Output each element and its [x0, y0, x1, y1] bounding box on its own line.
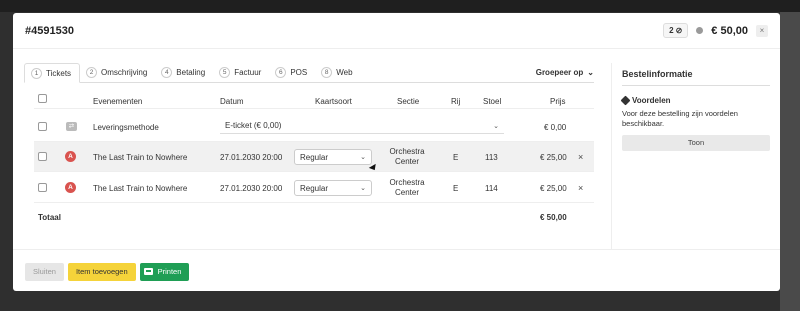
delivery-icon: ⇄ [66, 122, 77, 131]
backdrop-right-edge [780, 12, 800, 311]
tab-number: 1 [31, 67, 42, 79]
delivery-row: ⇄ Leveringsmethode E-ticket (€ 0,00) ⌄ €… [34, 111, 594, 142]
header-right: 2 ⊘ € 50,00 × [663, 23, 768, 38]
delete-icon[interactable]: × [578, 183, 583, 193]
tab-number: 4 [161, 66, 173, 78]
ticket-type-select[interactable]: Regular ⌄ [294, 180, 372, 196]
print-label: Printen [157, 266, 182, 276]
tab-number: 8 [321, 66, 333, 78]
tab-label: Web [336, 67, 353, 77]
ticket-count-badge[interactable]: 2 ⊘ [663, 23, 689, 38]
delivery-label: Leveringsmethode [93, 123, 159, 132]
delivery-method-select[interactable]: E-ticket (€ 0,00) ⌄ [220, 118, 504, 134]
delivery-method-value: E-ticket (€ 0,00) [225, 121, 282, 130]
section: Orchestra Center [389, 147, 425, 166]
table-header-row: Evenementen Datum Kaartsoort Sectie Rij … [34, 93, 594, 109]
tab-pos[interactable]: 6 POS [269, 62, 315, 82]
table-row[interactable]: A The Last Train to Nowhere 27.01.2030 2… [34, 142, 594, 172]
total-value: € 50,00 [540, 213, 567, 222]
ticket-price: € 25,00 [540, 184, 567, 193]
benefits-text: Voor deze bestelling zijn voordelen besc… [622, 109, 738, 128]
col-datum: Datum [220, 97, 244, 106]
tag-icon [620, 95, 631, 106]
event-badge: A [65, 151, 76, 162]
benefits-title: Voordelen [632, 96, 671, 105]
seat-number: 113 [485, 153, 498, 162]
tab-label: POS [290, 67, 308, 77]
group-by-dropdown[interactable]: Groepeer op ⌄ [536, 68, 594, 82]
tab-label: Omschrijving [101, 67, 148, 77]
delivery-checkbox[interactable] [38, 122, 47, 131]
section: Orchestra Center [389, 178, 425, 197]
tab-number: 5 [219, 66, 231, 78]
modal-header: #4591530 2 ⊘ € 50,00 × [13, 13, 780, 49]
seat-number: 114 [485, 184, 498, 193]
delivery-price: € 0,00 [544, 123, 567, 132]
order-info-title: Bestelinformatie [622, 69, 770, 86]
tab-number: 6 [275, 66, 287, 78]
total-row: Totaal € 50,00 [34, 203, 594, 227]
ticket-count: 2 [669, 26, 674, 35]
modal-footer: Sluiten Item toevoegen Printen [13, 249, 780, 291]
select-all-checkbox[interactable] [38, 94, 47, 103]
event-date: 27.01.2030 20:00 [220, 153, 283, 162]
table-row[interactable]: A The Last Train to Nowhere 27.01.2030 2… [34, 172, 594, 203]
col-stoel: Stoel [483, 97, 502, 106]
ticket-type-select[interactable]: Regular ⌄ [294, 149, 372, 165]
chevron-down-icon: ⌄ [587, 68, 594, 77]
col-rij: Rij [451, 97, 461, 106]
event-name: The Last Train to Nowhere [93, 184, 188, 193]
tab-number: 2 [86, 66, 98, 78]
tab-label: Factuur [234, 67, 262, 77]
status-dot [696, 27, 704, 34]
event-name: The Last Train to Nowhere [93, 153, 188, 162]
printer-icon [143, 268, 153, 275]
close-button[interactable]: Sluiten [25, 262, 64, 281]
ticket-icon: ⊘ [675, 26, 683, 35]
tab-label: Betaling [176, 67, 206, 77]
chevron-down-icon: ⌄ [493, 122, 499, 130]
print-button[interactable]: Printen [139, 262, 190, 281]
show-benefits-button[interactable]: Toon [622, 135, 770, 151]
col-kaartsoort: Kaartsoort [315, 97, 352, 106]
delete-icon[interactable]: × [578, 152, 583, 162]
tab-label: Tickets [46, 68, 72, 78]
col-sectie: Sectie [397, 97, 420, 106]
group-by-label: Groepeer op [535, 68, 584, 77]
chevron-down-icon: ⌄ [360, 154, 366, 161]
ticket-type-value: Regular [300, 152, 329, 162]
event-badge: A [65, 182, 76, 193]
tab-factuur[interactable]: 5 Factuur [213, 62, 269, 82]
col-evenementen: Evenementen [93, 97, 143, 106]
row-letter: E [453, 153, 459, 162]
order-number: #4591530 [25, 24, 74, 37]
tab-tickets[interactable]: 1 Tickets [24, 63, 81, 83]
tab-bar: 1 Tickets 2 Omschrijving 4 Betaling 5 Fa… [24, 63, 594, 83]
ticket-type-value: Regular [300, 183, 329, 193]
chevron-down-icon: ⌄ [360, 185, 366, 192]
order-info-panel: Bestelinformatie Voordelen Voor deze bes… [611, 63, 780, 249]
row-checkbox[interactable] [38, 152, 47, 161]
backdrop-top-strip [0, 0, 800, 12]
total-label: Totaal [38, 213, 61, 222]
tab-web[interactable]: 8 Web [315, 62, 360, 82]
col-prijs: Prijs [550, 97, 566, 106]
close-icon[interactable]: × [756, 24, 768, 37]
tab-betaling[interactable]: 4 Betaling [155, 62, 213, 82]
ticket-price: € 25,00 [540, 153, 567, 162]
order-total: € 50,00 [711, 24, 748, 37]
row-checkbox[interactable] [38, 183, 47, 192]
row-letter: E [453, 184, 459, 193]
tab-omschrijving[interactable]: 2 Omschrijving [80, 62, 155, 82]
benefits-heading: Voordelen [620, 95, 770, 106]
add-item-button[interactable]: Item toevoegen [67, 262, 136, 281]
event-date: 27.01.2030 20:00 [220, 184, 283, 193]
order-modal: #4591530 2 ⊘ € 50,00 × 1 Tickets 2 Omsch… [13, 13, 780, 291]
